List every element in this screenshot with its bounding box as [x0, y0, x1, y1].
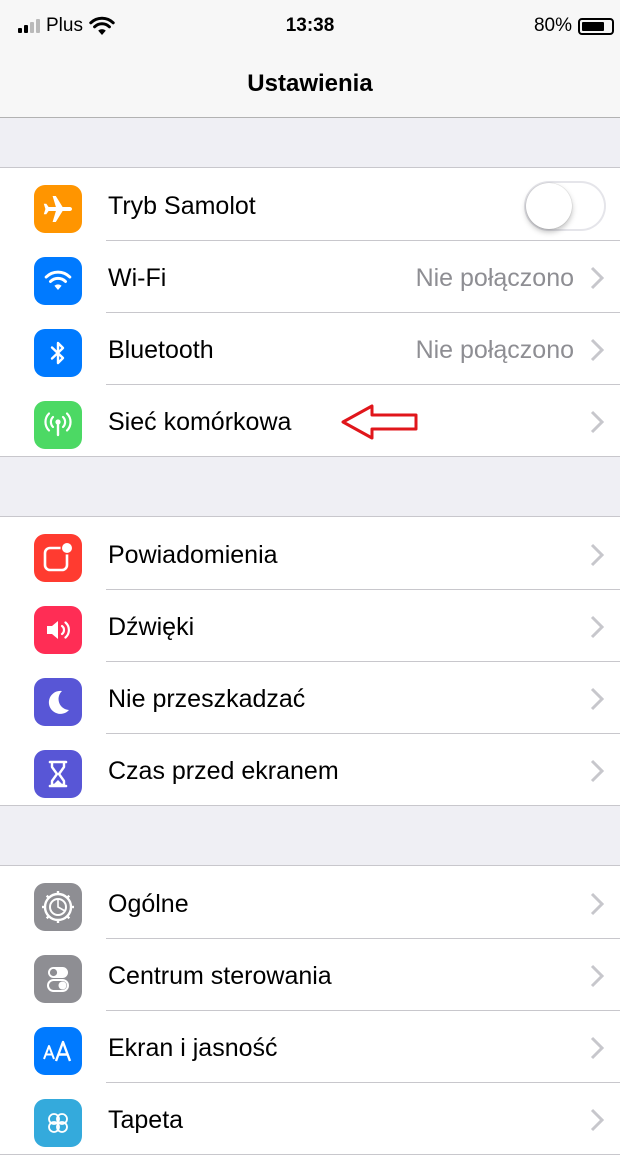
row-label: Ogólne: [108, 890, 189, 918]
row-label: Tryb Samolot: [108, 192, 256, 220]
row-detail: Nie połączono: [415, 264, 574, 292]
chevron-right-icon: [590, 964, 604, 988]
row-label: Bluetooth: [108, 336, 214, 364]
chevron-right-icon: [590, 759, 604, 783]
chevron-right-icon: [590, 687, 604, 711]
chevron-right-icon: [590, 1108, 604, 1132]
row-do-not-disturb[interactable]: Nie przeszkadzać: [0, 661, 620, 733]
moon-icon: [34, 678, 82, 726]
wallpaper-icon: [34, 1099, 82, 1147]
status-right: 80%: [534, 15, 620, 37]
row-label: Powiadomienia: [108, 541, 278, 569]
row-wallpaper[interactable]: Tapeta: [0, 1082, 620, 1154]
row-wifi[interactable]: Wi-Fi Nie połączono: [0, 240, 620, 312]
row-label: Czas przed ekranem: [108, 757, 339, 785]
chevron-right-icon: [590, 543, 604, 567]
row-detail: Nie połączono: [415, 336, 574, 364]
row-notifications[interactable]: Powiadomienia: [0, 517, 620, 589]
status-bar: Plus 13:38 80%: [0, 0, 620, 48]
row-screen-time[interactable]: Czas przed ekranem: [0, 733, 620, 805]
chevron-right-icon: [590, 615, 604, 639]
row-label: Ekran i jasność: [108, 1034, 278, 1062]
battery-icon: [578, 17, 614, 35]
row-control-center[interactable]: Centrum sterowania: [0, 938, 620, 1010]
toggles-icon: [34, 955, 82, 1003]
cellular-antenna-icon: [34, 401, 82, 449]
row-label: Dźwięki: [108, 613, 195, 641]
row-label: Nie przeszkadzać: [108, 685, 306, 713]
settings-group-connectivity: Tryb Samolot Wi-Fi Nie połączono Bluetoo…: [0, 167, 620, 457]
row-cellular[interactable]: Sieć komórkowa: [0, 384, 620, 456]
settings-group-general: Ogólne Centrum sterowania Ekran i jasnoś…: [0, 865, 620, 1155]
chevron-right-icon: [590, 1036, 604, 1060]
wifi-icon: [34, 257, 82, 305]
settings-group-notifications: Powiadomienia Dźwięki Nie przeszkadzać C…: [0, 516, 620, 806]
text-size-icon: [34, 1027, 82, 1075]
hourglass-icon: [34, 750, 82, 798]
row-label: Sieć komórkowa: [108, 408, 292, 436]
row-label: Centrum sterowania: [108, 962, 332, 990]
battery-percentage: 80%: [533, 15, 572, 36]
bluetooth-icon: [34, 329, 82, 377]
page-title: Ustawienia: [247, 70, 373, 97]
row-bluetooth[interactable]: Bluetooth Nie połączono: [0, 312, 620, 384]
speaker-icon: [34, 606, 82, 654]
row-label: Tapeta: [108, 1106, 184, 1134]
chevron-right-icon: [590, 892, 604, 916]
chevron-right-icon: [590, 338, 604, 362]
red-arrow-icon: [341, 404, 418, 440]
toggle-knob: [526, 183, 572, 229]
chevron-right-icon: [590, 410, 604, 434]
row-airplane-mode[interactable]: Tryb Samolot: [0, 168, 620, 240]
row-label: Wi-Fi: [108, 264, 167, 292]
chevron-right-icon: [590, 266, 604, 290]
gear-icon: [34, 883, 82, 931]
airplane-icon: [34, 185, 82, 233]
airplane-mode-toggle[interactable]: [524, 181, 606, 231]
navigation-bar: Ustawienia: [0, 48, 620, 118]
battery-level: [582, 21, 604, 31]
row-general[interactable]: Ogólne: [0, 866, 620, 938]
row-display-brightness[interactable]: Ekran i jasność: [0, 1010, 620, 1082]
row-sounds[interactable]: Dźwięki: [0, 589, 620, 661]
notifications-icon: [34, 534, 82, 582]
clock: 13:38: [285, 15, 335, 36]
